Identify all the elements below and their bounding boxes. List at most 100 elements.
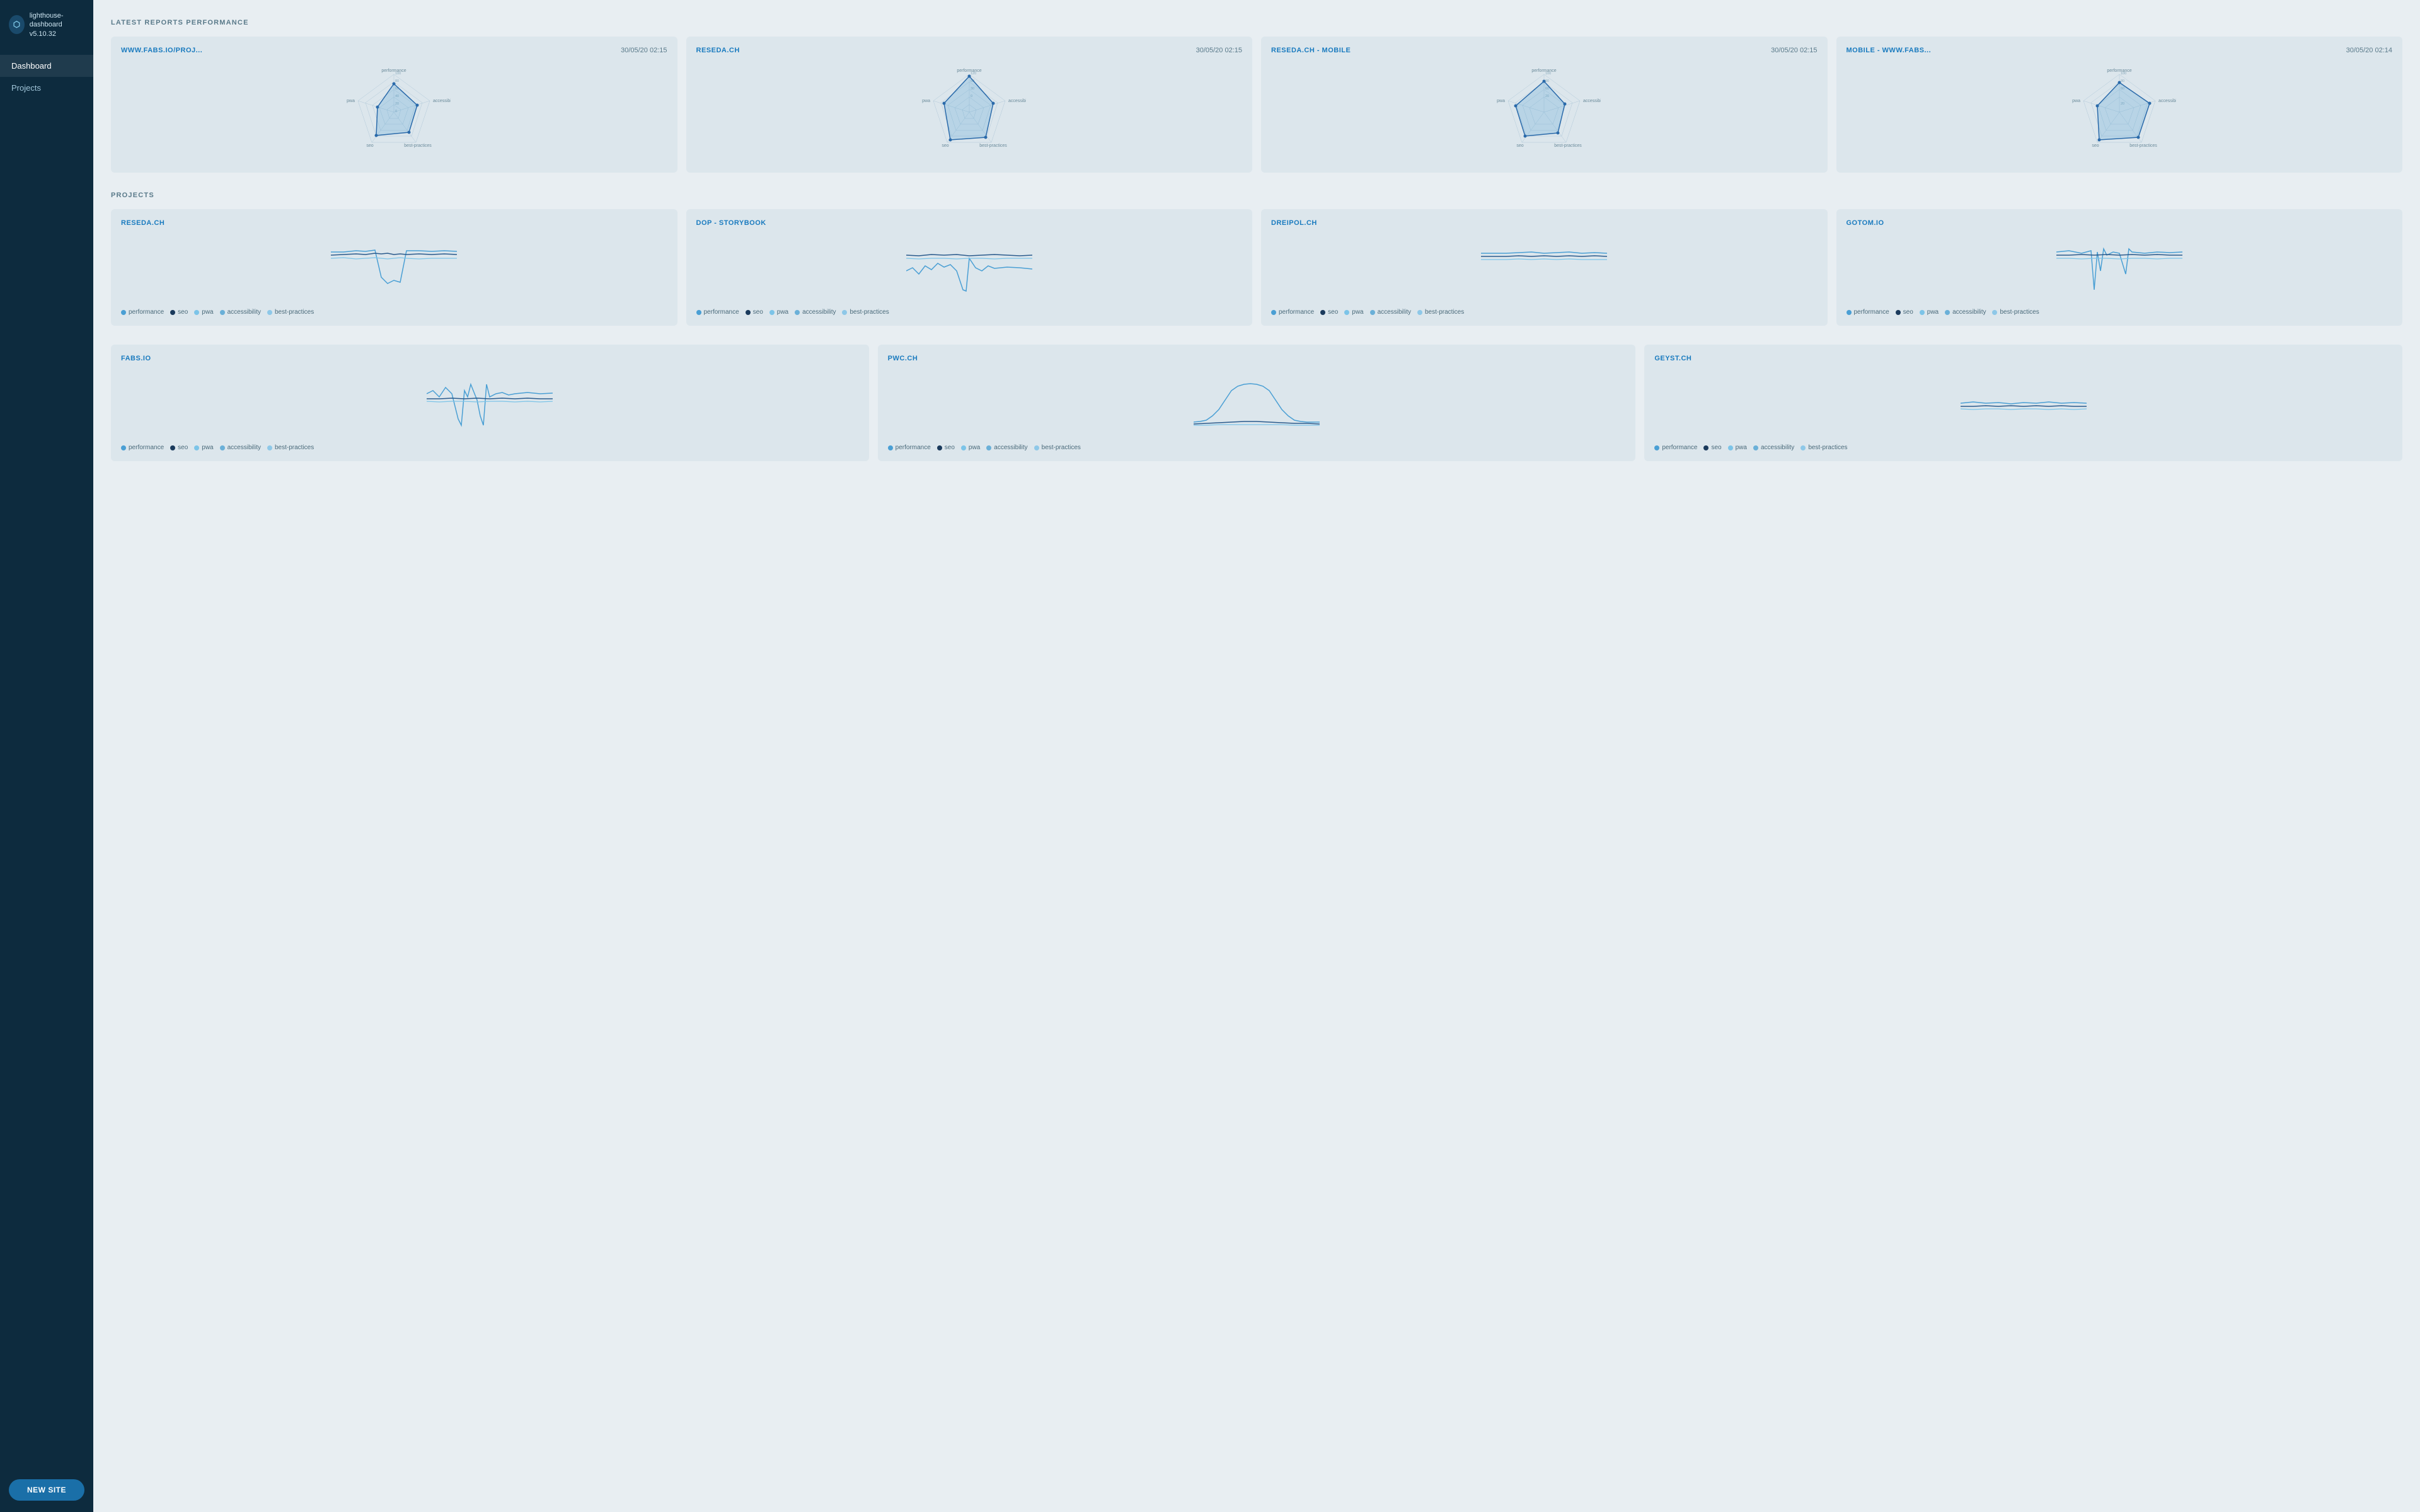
legend-item-seo4: seo [1896, 309, 1913, 316]
projects-grid-row2: FABS.IO performance seo [111, 345, 2402, 461]
latest-reports-grid: WWW.FABS.IO/PROJ... 30/05/20 02:15 [111, 37, 2402, 173]
legend-item-access: accessibility [220, 309, 261, 316]
report-title-2: RESEDA.CH [696, 47, 740, 54]
project-title-dop: DOP - STORYBOOK [696, 219, 1243, 227]
main-content: LATEST REPORTS PERFORMANCE WWW.FABS.IO/P… [93, 0, 2420, 1512]
legend-dot-performance6 [888, 445, 893, 450]
legend-dot-pwa4 [1920, 310, 1925, 315]
svg-text:pwa: pwa [2072, 99, 2080, 103]
legend-item-bp6: best-practices [1034, 444, 1081, 451]
new-site-button[interactable]: NEW SITE [9, 1479, 84, 1501]
legend-item-perf: performance [121, 309, 164, 316]
svg-text:performance: performance [2107, 69, 2131, 73]
svg-text:performance: performance [957, 69, 981, 73]
legend-dot-accessibility5 [220, 445, 225, 450]
legend-item-seo: seo [170, 309, 188, 316]
project-card-fabs[interactable]: FABS.IO performance seo [111, 345, 869, 461]
legend-item-perf3: performance [1271, 309, 1314, 316]
legend-dot-best-practices4 [1992, 310, 1997, 315]
svg-text:100: 100 [1545, 72, 1551, 76]
svg-text:seo: seo [1517, 144, 1524, 148]
legend-item-access2: accessibility [795, 309, 836, 316]
report-date-3: 30/05/20 02:15 [1771, 47, 1817, 54]
report-title-3: RESEDA.CH - MOBILE [1271, 47, 1351, 54]
report-date-4: 30/05/20 02:14 [2346, 47, 2392, 54]
legend-item-perf4: performance [1847, 309, 1889, 316]
legend-dot-accessibility [220, 310, 225, 315]
svg-text:best-practices: best-practices [404, 144, 432, 148]
line-chart-pwc [888, 369, 1626, 438]
legend-item-bp3: best-practices [1417, 309, 1464, 316]
project-card-geyst[interactable]: GEYST.CH performance seo [1644, 345, 2402, 461]
legend-item-pwa7: pwa [1728, 444, 1747, 451]
legend-dot-performance4 [1847, 310, 1852, 315]
legend-dot-pwa6 [961, 445, 966, 450]
sidebar: ⬡ lighthouse-dashboard v5.10.32 Dashboar… [0, 0, 93, 1512]
report-title-4: MOBILE - WWW.FABS... [1847, 47, 1932, 54]
project-card-dreipol[interactable]: DREIPOL.CH performance seo [1261, 209, 1828, 326]
sidebar-nav: Dashboard Projects [0, 50, 93, 1468]
legend-dot-seo4 [1896, 310, 1901, 315]
svg-text:seo: seo [2092, 144, 2099, 148]
legend-dot-seo3 [1320, 310, 1325, 315]
legend-dot-performance2 [696, 310, 701, 315]
legend-item-pwa4: pwa [1920, 309, 1939, 316]
latest-reports-title: LATEST REPORTS PERFORMANCE [111, 19, 2402, 26]
svg-text:best-practices: best-practices [979, 144, 1007, 148]
report-title-1: WWW.FABS.IO/PROJ... [121, 47, 202, 54]
legend-dot-best-practices [267, 310, 272, 315]
project-title-reseda: RESEDA.CH [121, 219, 667, 227]
legend-item-seo6: seo [937, 444, 955, 451]
legend-item-pwa6: pwa [961, 444, 980, 451]
project-title-dreipol: DREIPOL.CH [1271, 219, 1818, 227]
legend-dot-best-practices5 [267, 445, 272, 450]
line-chart-geyst [1654, 369, 2392, 438]
legend-dot-best-practices2 [842, 310, 847, 315]
report-card-3[interactable]: RESEDA.CH - MOBILE 30/05/20 02:15 [1261, 37, 1828, 173]
legend-dot-best-practices3 [1417, 310, 1422, 315]
legend-dot-performance3 [1271, 310, 1276, 315]
legend-dop: performance seo pwa accessibility best-p… [696, 309, 1243, 316]
legend-dot-seo5 [170, 445, 175, 450]
legend-geyst: performance seo pwa accessibility best-p… [1654, 444, 2392, 451]
line-chart-gotom [1847, 233, 2393, 302]
projects-title: PROJECTS [111, 192, 2402, 199]
report-card-1[interactable]: WWW.FABS.IO/PROJ... 30/05/20 02:15 [111, 37, 677, 173]
project-card-pwc[interactable]: PWC.CH performance seo [878, 345, 1636, 461]
legend-dot-seo2 [746, 310, 751, 315]
project-card-dop[interactable]: DOP - STORYBOOK performance seo [686, 209, 1253, 326]
legend-dot-performance5 [121, 445, 126, 450]
logo-icon: ⬡ [9, 15, 25, 34]
legend-item-seo3: seo [1320, 309, 1338, 316]
legend-dot-pwa3 [1344, 310, 1349, 315]
legend-dot-seo [170, 310, 175, 315]
sidebar-item-dashboard[interactable]: Dashboard [0, 55, 93, 77]
radar-chart-4: performance accessibility best-practices… [1847, 62, 2393, 163]
legend-dot-pwa5 [194, 445, 199, 450]
report-card-4[interactable]: MOBILE - WWW.FABS... 30/05/20 02:14 [1836, 37, 2403, 173]
svg-text:seo: seo [367, 144, 374, 148]
line-chart-reseda [121, 233, 667, 302]
svg-text:80: 80 [395, 79, 399, 83]
legend-dot-accessibility3 [1370, 310, 1375, 315]
svg-text:100: 100 [395, 72, 401, 76]
line-chart-dop [696, 233, 1243, 302]
report-card-2[interactable]: RESEDA.CH 30/05/20 02:15 [686, 37, 1253, 173]
report-date-2: 30/05/20 02:15 [1196, 47, 1242, 54]
legend-item-seo5: seo [170, 444, 188, 451]
svg-text:pwa: pwa [347, 99, 355, 103]
legend-dot-accessibility6 [986, 445, 991, 450]
legend-dot-accessibility4 [1945, 310, 1950, 315]
legend-dot-accessibility2 [795, 310, 800, 315]
legend-item-pwa3: pwa [1344, 309, 1363, 316]
legend-pwc: performance seo pwa accessibility best-p… [888, 444, 1626, 451]
legend-item-bp5: best-practices [267, 444, 314, 451]
sidebar-item-projects[interactable]: Projects [0, 77, 93, 99]
project-card-gotom[interactable]: GOTOM.IO performance seo [1836, 209, 2403, 326]
legend-item-bp: best-practices [267, 309, 314, 316]
project-card-reseda[interactable]: RESEDA.CH performance seo [111, 209, 677, 326]
legend-dot-performance [121, 310, 126, 315]
legend-reseda: performance seo pwa accessibility best-p… [121, 309, 667, 316]
svg-text:accessibility: accessibility [1008, 99, 1026, 103]
legend-dot-seo6 [937, 445, 942, 450]
